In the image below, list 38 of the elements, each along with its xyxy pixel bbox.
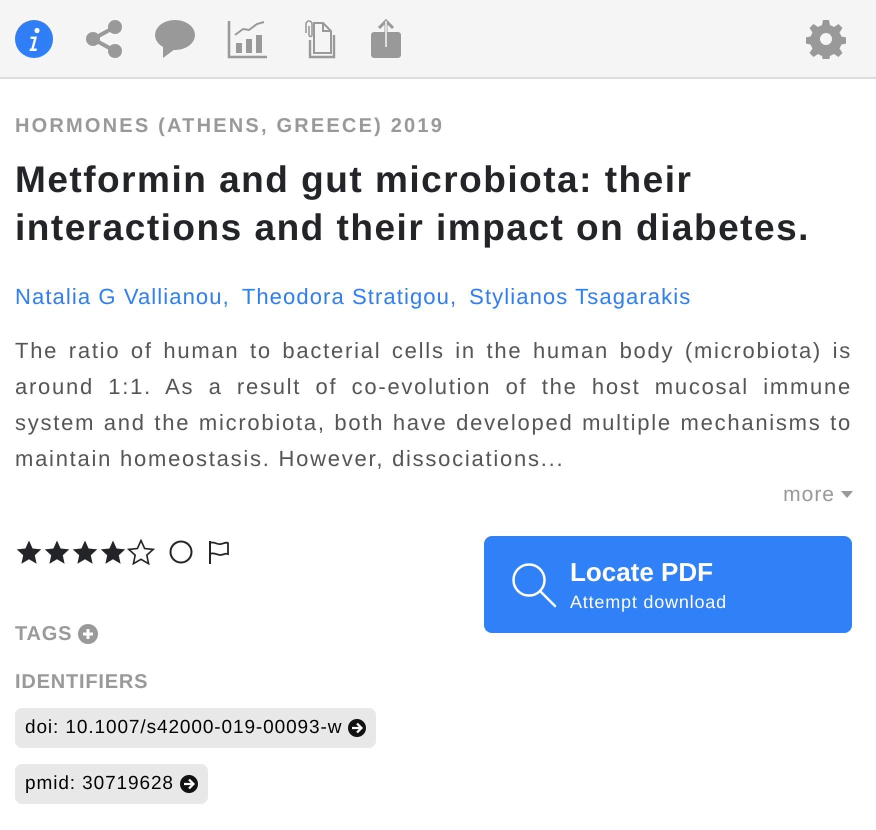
author-link[interactable]: Natalia G Vallianou,: [15, 283, 230, 311]
chart-tab[interactable]: [227, 18, 269, 58]
journal-year: HORMONES (ATHENS, GREECE) 2019: [15, 114, 446, 138]
identifiers-heading: IDENTIFIERS: [15, 670, 150, 694]
export-tab[interactable]: [369, 18, 403, 60]
arrow-right-icon: [348, 719, 366, 737]
article-title: Metformin and gut microbiota: their interactions and their impact on diabetes.: [15, 158, 811, 250]
filled-star-icon: [43, 539, 71, 565]
flag-icon: [207, 540, 231, 564]
info-tab[interactable]: [15, 20, 53, 58]
caret-icon: [841, 491, 853, 499]
settings-icon: [806, 18, 846, 58]
filled-star-icon: [15, 539, 43, 565]
locate-pdf-button[interactable]: Locate PDF Attempt download: [484, 536, 852, 633]
identifier-chip[interactable]: doi: 10.1007/s42000-019-00093-w: [15, 708, 376, 748]
speech-bubble-icon: [155, 20, 195, 58]
filled-star-icon: [99, 539, 127, 565]
tags-heading: TAGS: [15, 622, 72, 646]
identifier-chip[interactable]: pmid: 30719628: [15, 764, 208, 804]
circle-icon: [169, 540, 193, 564]
chart-icon: [227, 18, 269, 58]
settings-button[interactable]: [806, 18, 846, 58]
search-icon: [510, 560, 558, 608]
share-icon: [85, 18, 123, 58]
abstract-text: The ratio of human to bacterial cells in the human body (microbiota) is around 1:1. As a result of co-evolution of the host mucosal immune system and the microbiota, both have developed multiple mechanisms to maintain homeostasis. However, dissociations...: [15, 337, 853, 473]
author-link[interactable]: Theodora Stratigou,: [242, 283, 458, 311]
more-link[interactable]: more: [783, 483, 853, 507]
share-tab[interactable]: [85, 18, 123, 58]
comments-tab[interactable]: [155, 20, 195, 58]
flag-toggle[interactable]: [207, 540, 231, 564]
arrow-right-icon: [180, 775, 198, 793]
read-toggle[interactable]: [169, 540, 193, 564]
author-link[interactable]: Stylianos Tsagarakis: [469, 283, 692, 311]
filled-star-icon: [71, 539, 99, 565]
info-icon: [15, 20, 53, 58]
share-upload-icon: [369, 18, 403, 60]
add-tag-button[interactable]: [78, 624, 98, 644]
add-icon: [78, 624, 98, 644]
